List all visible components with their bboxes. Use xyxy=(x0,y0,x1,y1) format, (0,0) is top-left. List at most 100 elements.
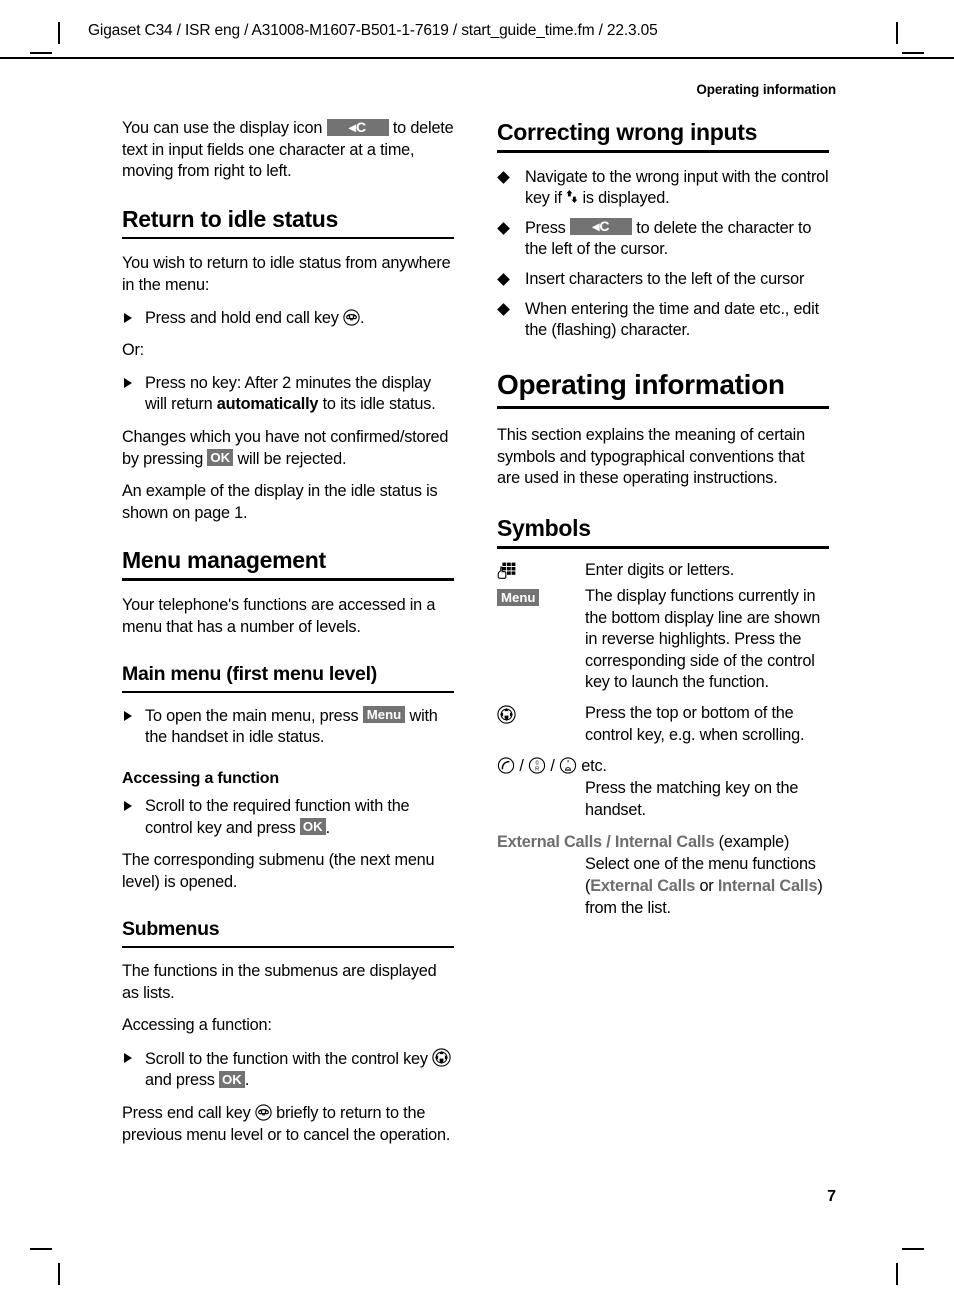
internal-calls-label: Internal Calls xyxy=(614,833,715,852)
or-label: Or: xyxy=(122,341,145,360)
heading-correcting-wrong-inputs: Correcting wrong inputs xyxy=(497,119,758,145)
symbol-definition: Press the matching key on the handset. xyxy=(585,779,799,819)
page-body: You can use the display icon ◂C to delet… xyxy=(0,0,954,1307)
symbol-key-cell: / 0R / * etc. xyxy=(497,755,829,778)
ok-key-badge[interactable]: OK xyxy=(207,449,234,467)
step-scroll-required-function: Scroll to the required function with the… xyxy=(122,796,454,839)
heading-operating-information: Operating information xyxy=(497,368,785,400)
bullet-press-clear-key: Press ◂C to delete the character to the … xyxy=(497,218,829,261)
heading-symbols: Symbols xyxy=(497,514,591,541)
press-end-call-paragraph: Press end call key briefly to return to … xyxy=(122,1103,454,1146)
ok-key-badge[interactable]: OK xyxy=(219,1070,245,1088)
diamond-bullet-icon xyxy=(497,221,510,235)
intro-text-before: You can use the display icon xyxy=(122,119,327,137)
diamond-bullet-icon xyxy=(497,302,510,316)
menu-key-badge[interactable]: Menu xyxy=(362,706,406,724)
paragraph-text-after: will be rejected. xyxy=(233,449,347,468)
symbol-definition: Enter digits or letters. xyxy=(585,560,735,579)
talk-key-icon[interactable] xyxy=(497,757,515,774)
bullet-text: Insert characters to the left of the cur… xyxy=(525,269,805,288)
step-scroll-function-control-key: Scroll to the function with the control … xyxy=(122,1048,454,1092)
heading-rule xyxy=(122,946,454,949)
symbol-definition: The display functions currently in the b… xyxy=(585,587,821,692)
star-bell-key-icon[interactable]: * xyxy=(559,757,577,774)
step-open-main-menu: To open the main menu, press Menu with t… xyxy=(122,706,454,749)
symbol-key-cell: Menu xyxy=(497,586,585,610)
symbol-row-control-key: Press the top or bottom of the control k… xyxy=(497,703,829,746)
step-press-hold-end-call: Press and hold end call key . xyxy=(122,308,454,330)
symbol-key-cell xyxy=(497,703,585,728)
symbol-row-menu: Menu The display functions currently in … xyxy=(497,586,829,694)
step-text-mid: and press xyxy=(145,1071,220,1090)
submenus-lists-paragraph: The functions in the submenus are displa… xyxy=(122,962,437,1002)
step-text-suffix: . xyxy=(244,1071,250,1090)
external-calls-label: External Calls xyxy=(497,833,602,852)
control-key-icon xyxy=(432,1048,451,1067)
symbol-row-handset-keys: / 0R / * etc. Press the matching key on … xyxy=(497,755,829,821)
left-column: You can use the display icon ◂C to delet… xyxy=(122,118,454,1157)
changes-rejected-paragraph: Changes which you have not confirmed/sto… xyxy=(122,427,454,470)
bullet-text: When entering the time and date etc., ed… xyxy=(525,299,819,340)
symbol-row-menu-example: External Calls / Internal Calls (example… xyxy=(497,831,829,919)
symbols-table: Enter digits or letters. Menu The displa… xyxy=(497,560,829,920)
step-text-suffix: . xyxy=(360,308,365,327)
end-call-key-icon xyxy=(255,1104,272,1121)
end-call-key-icon xyxy=(343,308,360,326)
triangle-bullet-icon xyxy=(124,711,132,722)
idle-example-paragraph: An example of the display in the idle st… xyxy=(122,482,438,522)
example-suffix: (example) xyxy=(714,833,790,852)
bullet-insert-characters: Insert characters to the left of the cur… xyxy=(497,269,829,291)
triangle-bullet-icon xyxy=(124,801,132,812)
heading-rule xyxy=(122,691,454,693)
triangle-bullet-icon xyxy=(124,313,132,324)
bullet-text-suffix: is displayed. xyxy=(578,189,670,208)
key-separator-1: / xyxy=(519,757,524,776)
step-press-no-key: Press no key: After 2 minutes the displa… xyxy=(122,373,454,416)
clear-key-badge[interactable]: ◂C xyxy=(326,118,389,136)
symbol-row-keypad: Enter digits or letters. xyxy=(497,560,829,585)
symbol-definition: Select one of the menu functions (Extern… xyxy=(585,854,829,919)
zero-r-key-icon[interactable]: 0R xyxy=(528,757,546,774)
page-number: 7 xyxy=(827,1188,836,1205)
key-separator-2: / xyxy=(550,757,555,776)
heading-menu-management: Menu management xyxy=(122,547,326,574)
paragraph-text-before: Press end call key xyxy=(122,1104,255,1122)
symbol-key-cell xyxy=(497,560,585,585)
step-text-emphasis: automatically xyxy=(216,395,319,414)
svg-text:*: * xyxy=(567,760,570,767)
intro-paragraph: You can use the display icon ◂C to delet… xyxy=(122,118,454,183)
definition-external-calls: External Calls xyxy=(590,877,696,896)
step-text: Press and hold end call key xyxy=(145,308,344,327)
heading-rule xyxy=(497,545,829,549)
right-column: Correcting wrong inputs Navigate to the … xyxy=(497,118,829,921)
heading-rule xyxy=(122,236,454,240)
triangle-bullet-icon xyxy=(124,378,132,389)
heading-main-menu: Main menu (first menu level) xyxy=(122,663,377,686)
bullet-navigate-wrong-input: Navigate to the wrong input with the con… xyxy=(497,167,829,210)
symbol-definition: Press the top or bottom of the control k… xyxy=(585,704,805,744)
step-text-suffix: . xyxy=(325,818,331,837)
diamond-bullet-icon xyxy=(497,170,510,184)
heading-accessing-a-function: Accessing a function xyxy=(122,769,279,787)
step-text: Scroll to the function with the control … xyxy=(145,1049,433,1068)
heading-rule xyxy=(122,578,454,581)
heading-rule xyxy=(497,405,829,410)
label-separator: / xyxy=(601,833,615,852)
menu-example-label: External Calls / Internal Calls (example… xyxy=(497,831,829,854)
clear-key-badge[interactable]: ◂C xyxy=(569,218,632,236)
menu-management-lead: Your telephone's functions are accessed … xyxy=(122,595,436,636)
control-key-icon xyxy=(497,705,516,724)
ok-key-badge[interactable]: OK xyxy=(299,818,326,836)
diamond-bullet-icon xyxy=(497,273,510,286)
submenu-opened-paragraph: The corresponding submenu (the next menu… xyxy=(122,851,435,891)
bullet-entering-time-date: When entering the time and date etc., ed… xyxy=(497,299,829,342)
definition-internal-calls: Internal Calls xyxy=(717,877,818,896)
heading-submenus: Submenus xyxy=(122,918,220,941)
operating-information-paragraph: This section explains the meaning of cer… xyxy=(497,426,805,488)
bullet-text: Press xyxy=(525,218,570,237)
svg-text:0: 0 xyxy=(536,761,539,767)
menu-key-badge[interactable]: Menu xyxy=(497,588,540,606)
svg-text:R: R xyxy=(535,767,539,773)
step-text: To open the main menu, press xyxy=(145,706,363,725)
triangle-bullet-icon xyxy=(124,1053,132,1064)
